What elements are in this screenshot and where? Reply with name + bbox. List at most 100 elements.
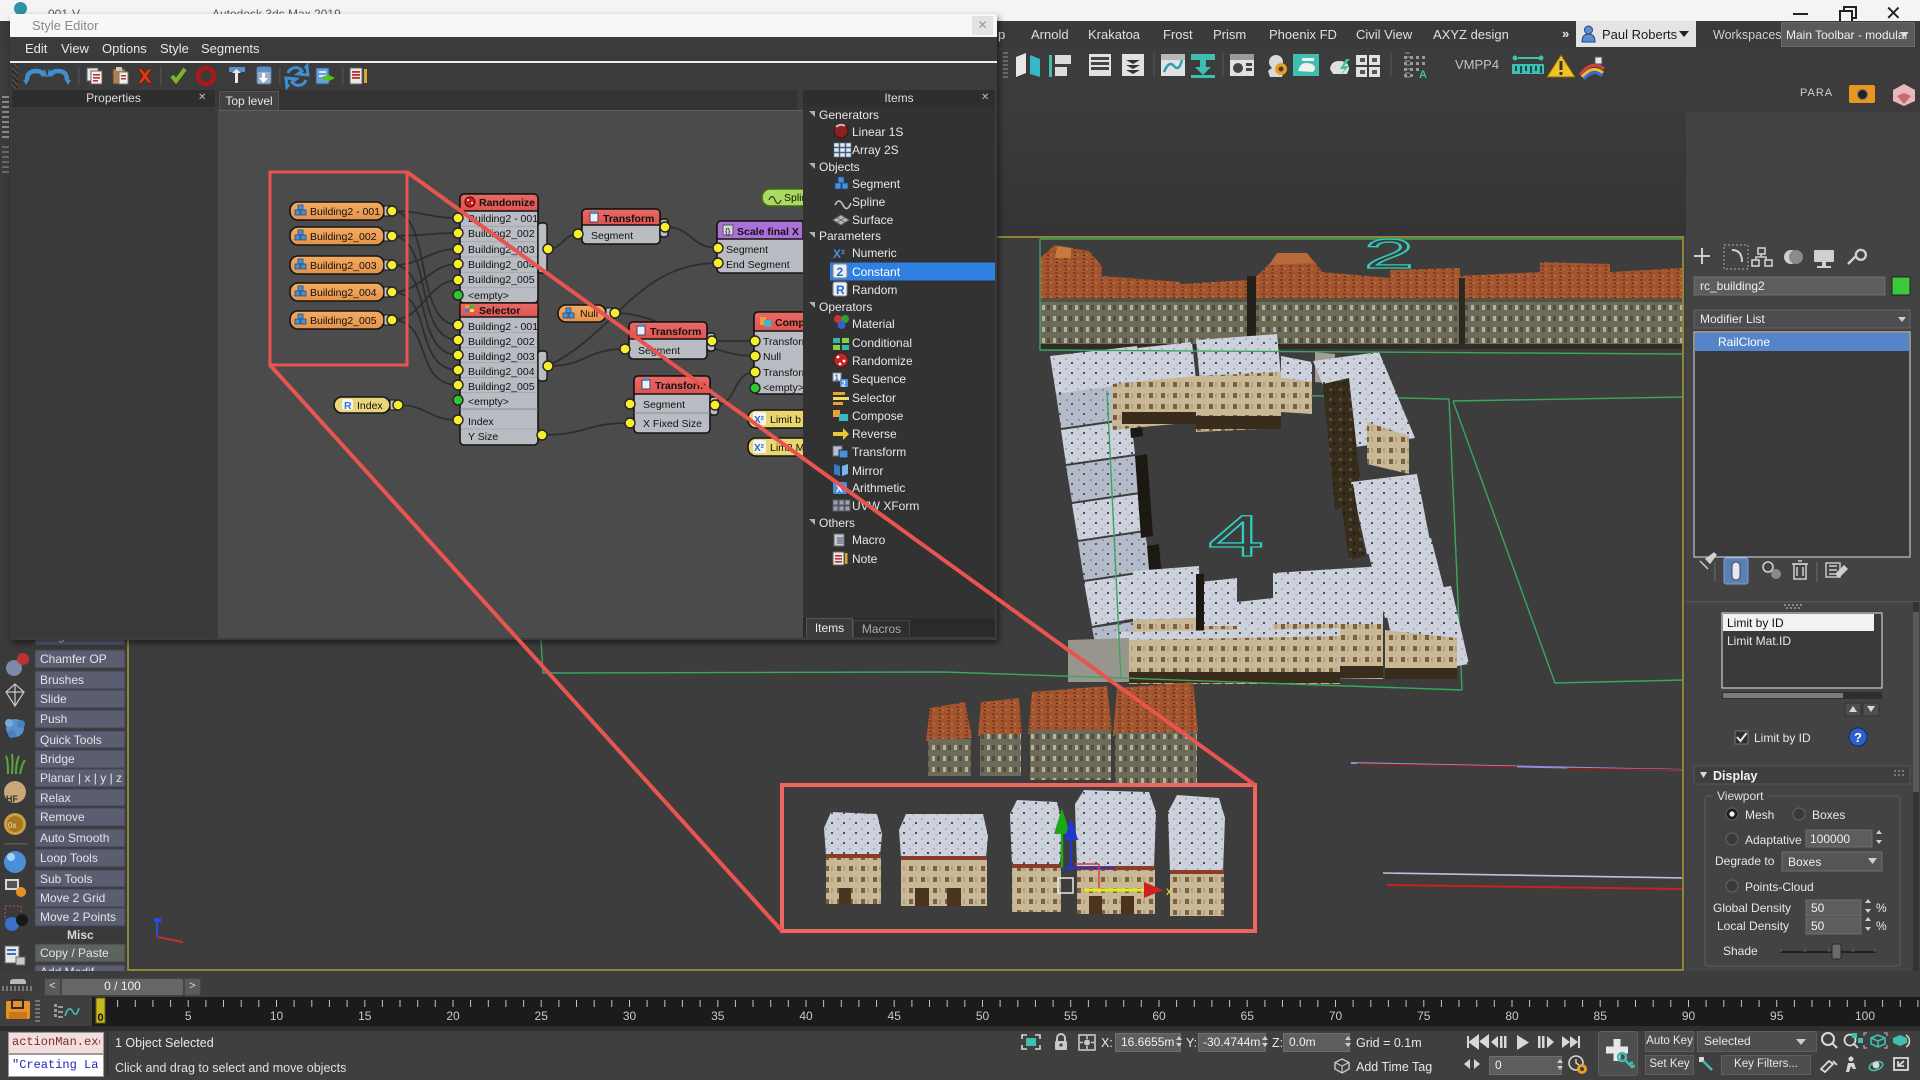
- svg-text:Transform: Transform: [603, 213, 654, 225]
- svg-text:Planar | x | y | z: Planar | x | y | z: [40, 771, 122, 785]
- svg-text:Spline: Spline: [852, 195, 886, 209]
- svg-text:Shade: Shade: [1723, 944, 1758, 958]
- svg-text:RailClone: RailClone: [1718, 335, 1770, 349]
- svg-text:2: 2: [837, 265, 844, 279]
- svg-text:Slide: Slide: [40, 692, 67, 706]
- svg-text:Limit b: Limit b: [770, 414, 801, 426]
- svg-text:Degrade to: Degrade to: [1715, 854, 1775, 868]
- svg-text:Quick Tools: Quick Tools: [40, 733, 102, 747]
- svg-text:Building2_002: Building2_002: [310, 231, 377, 243]
- svg-text:R: R: [836, 283, 845, 297]
- svg-text:Selector: Selector: [479, 305, 520, 317]
- svg-text:rc_building2: rc_building2: [1700, 279, 1765, 293]
- svg-text:Transform: Transform: [650, 326, 701, 338]
- svg-text:2: 2: [1364, 236, 1414, 277]
- svg-text:25: 25: [535, 1009, 549, 1023]
- svg-text:50: 50: [1811, 901, 1825, 915]
- svg-text:Reverse: Reverse: [852, 427, 897, 441]
- svg-text:5: 5: [185, 1009, 192, 1023]
- svg-text:Points-Cloud: Points-Cloud: [1745, 880, 1814, 894]
- svg-text:Boxes: Boxes: [1788, 855, 1821, 869]
- svg-text:2: 2: [842, 380, 847, 389]
- svg-text:Material: Material: [852, 317, 895, 331]
- svg-text:Sub Tools: Sub Tools: [40, 872, 92, 886]
- svg-text:Brushes: Brushes: [40, 673, 84, 687]
- svg-text:Move 2 Grid: Move 2 Grid: [40, 891, 105, 905]
- svg-text:80: 80: [1505, 1009, 1519, 1023]
- svg-text:X²: X²: [754, 443, 765, 454]
- svg-text:Y Size: Y Size: [468, 431, 498, 443]
- svg-text:<empty>: <empty>: [468, 396, 509, 408]
- svg-text:Arithmetic: Arithmetic: [852, 481, 905, 495]
- svg-text:UVW XForm: UVW XForm: [852, 499, 919, 513]
- svg-text:Segment: Segment: [643, 399, 685, 411]
- svg-text:Building2 - 001: Building2 - 001: [310, 206, 380, 218]
- svg-text:50: 50: [1811, 919, 1825, 933]
- svg-text:50: 50: [976, 1009, 990, 1023]
- svg-text:0x: 0x: [8, 821, 16, 830]
- svg-text:<empty>: <empty>: [468, 290, 509, 302]
- svg-text:Chamfer OP: Chamfer OP: [40, 652, 107, 666]
- svg-text:Parameters: Parameters: [819, 229, 881, 243]
- svg-text:Null: Null: [763, 351, 781, 363]
- svg-text:Transform: Transform: [655, 380, 706, 392]
- svg-text:4: 4: [1208, 504, 1264, 569]
- svg-text:Push: Push: [40, 712, 67, 726]
- svg-text:Modifier List: Modifier List: [1700, 312, 1765, 326]
- svg-text:Index: Index: [357, 400, 383, 412]
- svg-text:Note: Note: [852, 552, 878, 566]
- svg-text:A: A: [1419, 69, 1427, 81]
- svg-text:55: 55: [1064, 1009, 1078, 1023]
- svg-text:Global Density: Global Density: [1713, 901, 1791, 915]
- svg-text:Building2_003: Building2_003: [468, 351, 535, 363]
- svg-text:X²: X²: [833, 247, 845, 261]
- svg-text:Comp: Comp: [775, 317, 803, 329]
- svg-text:35: 35: [711, 1009, 725, 1023]
- svg-text:100000: 100000: [1810, 832, 1850, 846]
- svg-text:40: 40: [799, 1009, 813, 1023]
- svg-text:HF: HF: [6, 794, 18, 804]
- svg-text:0: 0: [97, 1012, 103, 1024]
- svg-text:100: 100: [1855, 1009, 1875, 1023]
- svg-text:Index: Index: [468, 416, 494, 428]
- svg-text:Others: Others: [819, 516, 855, 530]
- svg-text:Building2_004: Building2_004: [468, 259, 535, 271]
- svg-text:Constant: Constant: [852, 265, 901, 279]
- svg-text:65: 65: [1241, 1009, 1255, 1023]
- svg-text:Segment: Segment: [638, 345, 680, 357]
- svg-text:Selector: Selector: [852, 391, 896, 405]
- svg-text:Building2_003: Building2_003: [468, 244, 535, 256]
- svg-text:Building2_005: Building2_005: [468, 274, 535, 286]
- svg-text:Compose: Compose: [852, 409, 904, 423]
- svg-text:Building2_002: Building2_002: [468, 336, 535, 348]
- svg-text:Scale final X se: Scale final X se: [737, 226, 803, 238]
- svg-text:X²: X²: [754, 415, 765, 426]
- svg-text:Linear 1S: Linear 1S: [852, 125, 903, 139]
- svg-text:End Segment: End Segment: [726, 259, 790, 271]
- svg-text:Transform: Transform: [763, 367, 803, 379]
- svg-text:Operators: Operators: [819, 300, 872, 314]
- svg-text:Move 2 Points: Move 2 Points: [40, 910, 116, 924]
- svg-text:Adaptative: Adaptative: [1745, 833, 1802, 847]
- svg-text:90: 90: [1682, 1009, 1696, 1023]
- svg-text:Remove: Remove: [40, 810, 85, 824]
- svg-text:Lim2 Ma: Lim2 Ma: [770, 442, 803, 454]
- svg-text:Random: Random: [852, 283, 897, 297]
- svg-text:Limit by ID: Limit by ID: [1754, 731, 1811, 745]
- svg-text:Surface: Surface: [852, 213, 894, 227]
- svg-text:Segment: Segment: [591, 230, 633, 242]
- svg-text:<empty>: <empty>: [763, 382, 803, 394]
- svg-text:Building2_005: Building2_005: [310, 315, 377, 327]
- svg-text:60: 60: [1152, 1009, 1166, 1023]
- svg-text:10: 10: [270, 1009, 284, 1023]
- svg-text:R: R: [344, 400, 352, 412]
- svg-text:%: %: [1876, 901, 1887, 915]
- svg-text:Segment: Segment: [852, 177, 901, 191]
- svg-text:Null: Null: [580, 308, 598, 320]
- svg-text:Boxes: Boxes: [1812, 808, 1845, 822]
- svg-text:Misc: Misc: [67, 928, 94, 942]
- svg-text:1: 1: [835, 374, 840, 383]
- svg-text:Numeric: Numeric: [852, 246, 897, 260]
- svg-text:Sequence: Sequence: [852, 372, 906, 386]
- svg-text:95: 95: [1770, 1009, 1784, 1023]
